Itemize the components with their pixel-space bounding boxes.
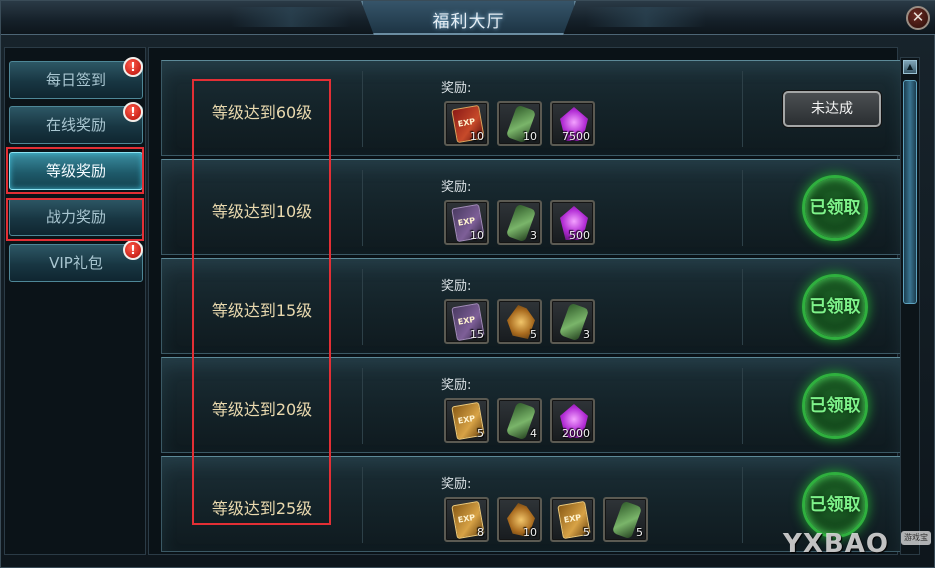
scrollbar[interactable]: ▲ [900, 57, 920, 555]
item-quantity: 3 [583, 328, 590, 341]
row-divider [362, 467, 363, 543]
reward-item[interactable]: 5 [603, 497, 648, 542]
alert-icon: ! [123, 57, 143, 77]
reward-label: 奖励: [441, 81, 472, 96]
row-divider [742, 467, 743, 543]
reward-item[interactable]: 5 [444, 398, 489, 443]
window-title: 福利大厅 [432, 12, 505, 32]
item-quantity: 10 [523, 526, 537, 539]
sidebar-tab-label: VIP礼包 [49, 254, 103, 272]
item-quantity: 15 [470, 328, 484, 341]
reward-item[interactable]: 500 [550, 200, 595, 245]
close-button[interactable]: ✕ [906, 6, 930, 30]
watermark-logo: YXBAO 游戏宝 [783, 525, 933, 565]
reward-item[interactable]: 5 [550, 497, 595, 542]
alert-icon: ! [123, 240, 143, 260]
reward-item[interactable]: 4 [497, 398, 542, 443]
reward-label: 奖励: [441, 180, 472, 195]
title-ornament-left [231, 7, 351, 27]
item-quantity: 3 [530, 229, 537, 242]
item-quantity: 5 [530, 328, 537, 341]
reward-item[interactable]: 7500 [550, 101, 595, 146]
row-divider [742, 269, 743, 345]
sidebar-tab-label: 在线奖励 [45, 116, 106, 134]
highlight-box-power-reward [6, 198, 144, 241]
row-divider [362, 269, 363, 345]
reward-item[interactable]: 8 [444, 497, 489, 542]
claimed-stamp: 已领取 [802, 175, 868, 241]
sidebar-tab-daily-signin[interactable]: 每日签到 ! [9, 57, 143, 99]
item-quantity: 8 [477, 526, 484, 539]
claimed-stamp: 已领取 [802, 274, 868, 340]
reward-item[interactable]: 10 [497, 101, 542, 146]
row-divider [742, 368, 743, 444]
item-quantity: 500 [569, 229, 590, 242]
reward-item[interactable]: 3 [497, 200, 542, 245]
watermark-text: YXBAO [783, 529, 889, 559]
row-divider [742, 71, 743, 147]
scroll-up-arrow-icon[interactable]: ▲ [903, 60, 917, 74]
watermark-badge: 游戏宝 [901, 531, 931, 545]
row-divider [362, 71, 363, 147]
reward-item[interactable]: 5 [497, 299, 542, 344]
welfare-hall-window: 福利大厅 ✕ 每日签到 ! 在线奖励 ! 等级奖励 战力奖励 VIP礼包 ! 等… [0, 0, 935, 568]
reward-item[interactable]: 10 [444, 101, 489, 146]
row-divider [362, 170, 363, 246]
row-divider [742, 170, 743, 246]
row-divider [362, 368, 363, 444]
alert-icon: ! [123, 102, 143, 122]
sidebar-tab-label: 每日签到 [45, 71, 106, 89]
item-quantity: 10 [523, 130, 537, 143]
item-quantity: 7500 [562, 130, 590, 143]
not-reached-button[interactable]: 未达成 [783, 91, 881, 127]
reward-item[interactable]: 2000 [550, 398, 595, 443]
item-quantity: 5 [477, 427, 484, 440]
title-bar: 福利大厅 ✕ [1, 1, 935, 35]
reward-label: 奖励: [441, 477, 472, 492]
highlight-box-level-reward [6, 147, 144, 194]
reward-item[interactable]: 10 [444, 200, 489, 245]
title-ornament-right [586, 7, 706, 27]
item-quantity: 10 [470, 229, 484, 242]
item-quantity: 10 [470, 130, 484, 143]
sidebar: 每日签到 ! 在线奖励 ! 等级奖励 战力奖励 VIP礼包 ! [4, 47, 146, 555]
sidebar-tab-vip-gift[interactable]: VIP礼包 ! [9, 240, 143, 282]
item-quantity: 5 [636, 526, 643, 539]
sidebar-tab-online-reward[interactable]: 在线奖励 ! [9, 102, 143, 144]
reward-item[interactable]: 3 [550, 299, 595, 344]
item-quantity: 4 [530, 427, 537, 440]
item-quantity: 2000 [562, 427, 590, 440]
reward-item[interactable]: 15 [444, 299, 489, 344]
reward-item[interactable]: 10 [497, 497, 542, 542]
close-icon: ✕ [911, 8, 925, 26]
highlight-box-level-column [192, 79, 331, 525]
reward-label: 奖励: [441, 279, 472, 294]
item-quantity: 5 [583, 526, 590, 539]
scroll-thumb[interactable] [903, 80, 917, 304]
claimed-stamp: 已领取 [802, 373, 868, 439]
reward-label: 奖励: [441, 378, 472, 393]
